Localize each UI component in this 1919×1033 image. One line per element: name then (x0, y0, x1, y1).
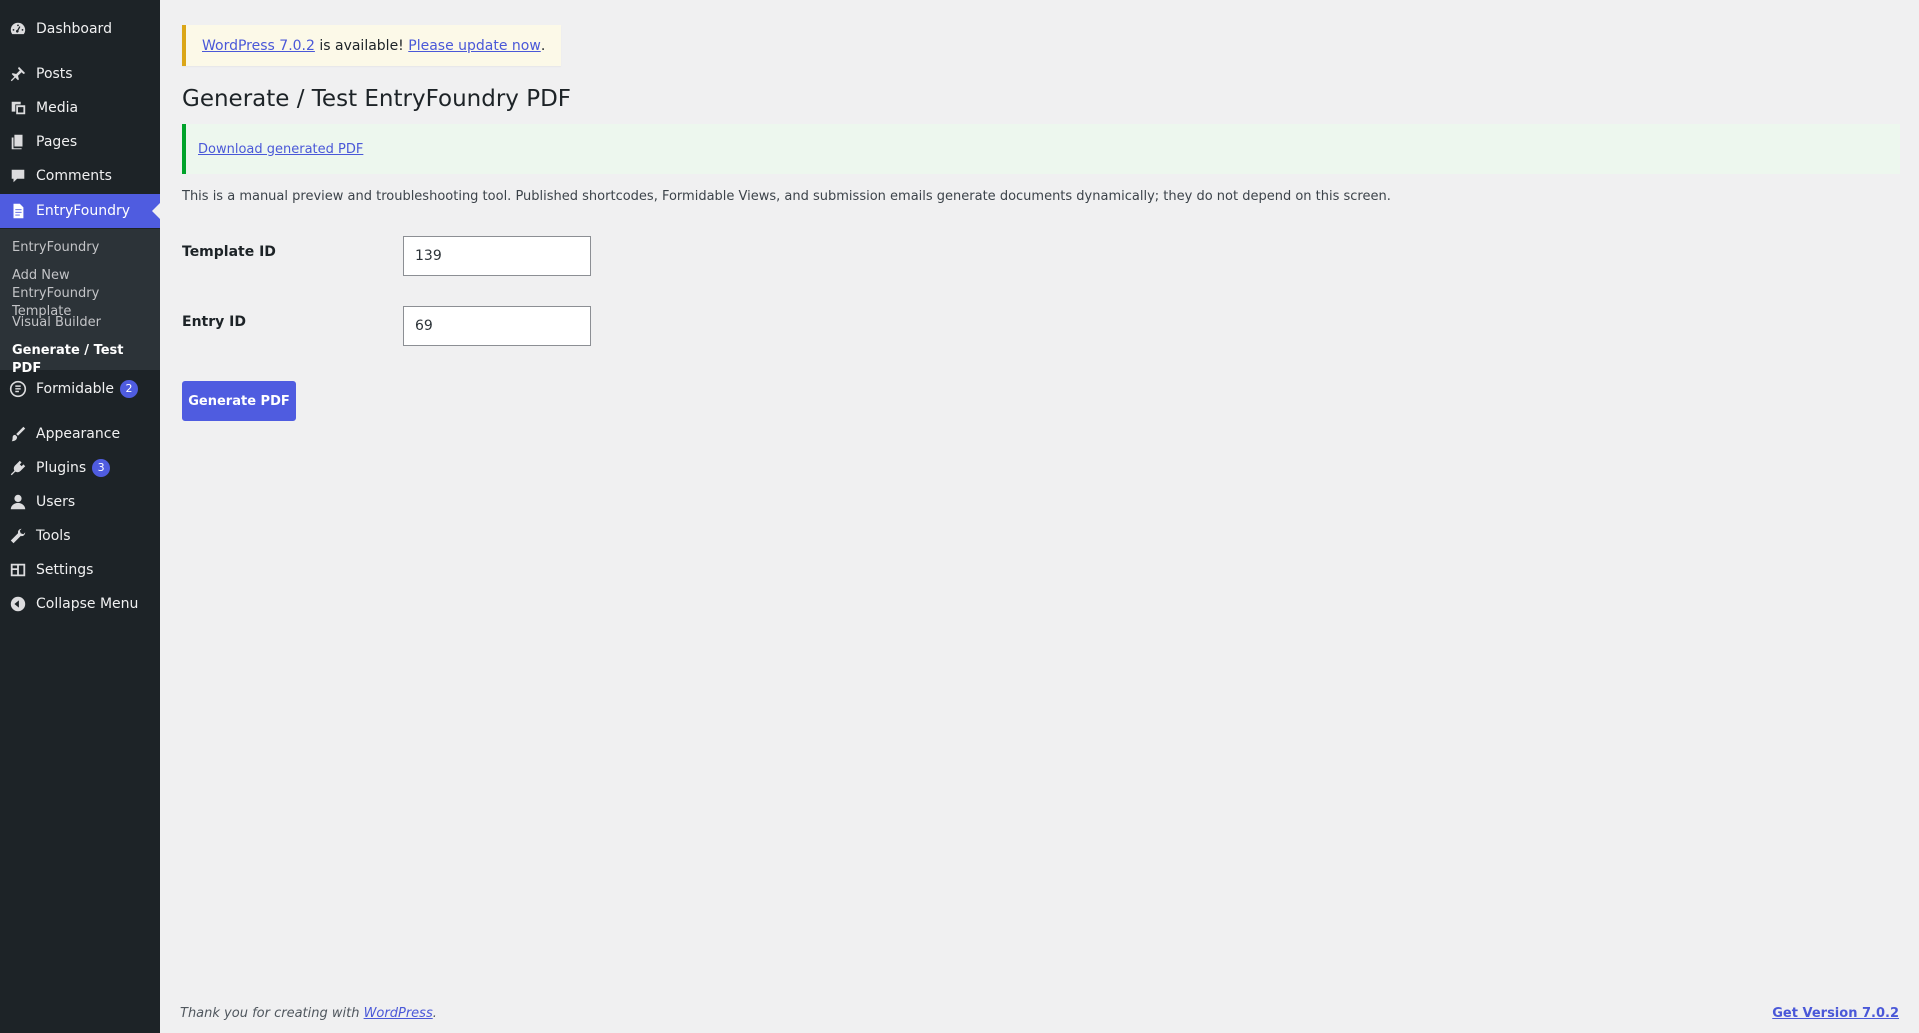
sidebar-item-formidable[interactable]: Formidable 2 (0, 372, 160, 406)
collapse-icon (0, 587, 36, 621)
sidebar-item-plugins[interactable]: Plugins 3 (0, 451, 160, 485)
wrench-icon (0, 519, 36, 553)
generate-pdf-button[interactable]: Generate PDF (182, 381, 296, 421)
update-count-badge: 2 (120, 380, 139, 398)
sidebar-submenu: EntryFoundry Add New EntryFoundry Templa… (0, 229, 160, 376)
footer-thanks-text: Thank you for creating with (180, 1006, 364, 1021)
brush-icon (0, 417, 36, 451)
footer-period: . (432, 1006, 437, 1021)
sidebar-item-label: Pages (36, 134, 78, 150)
page-description: This is a manual preview and troubleshoo… (182, 189, 1391, 204)
sidebar-item-settings[interactable]: Settings (0, 553, 160, 587)
settings-icon (0, 553, 36, 587)
comment-icon (0, 159, 36, 193)
sidebar-item-users[interactable]: Users (0, 485, 160, 519)
sidebar-item-label: Users (36, 494, 76, 510)
sidebar-item-pages[interactable]: Pages (0, 125, 160, 159)
sidebar-item-dashboard[interactable]: Dashboard (0, 12, 160, 46)
template-id-label: Template ID (182, 244, 276, 260)
update-now-link[interactable]: Please update now (408, 38, 541, 54)
sidebar-item-comments[interactable]: Comments (0, 159, 160, 193)
sidebar-item-label: Plugins (36, 460, 87, 476)
document-icon (0, 194, 36, 228)
admin-sidebar: Dashboard Posts Media Pages Comments Ent… (0, 0, 160, 1033)
media-icon (0, 91, 36, 125)
get-version-link[interactable]: Get Version 7.0.2 (1772, 1006, 1899, 1021)
sidebar-item-label: Media (36, 100, 79, 116)
success-notice: Download generated PDF (182, 124, 1900, 174)
submenu-item-entryfoundry[interactable]: EntryFoundry (12, 239, 152, 257)
update-notice-text: is available! (314, 37, 409, 54)
sidebar-item-label: Comments (36, 168, 112, 184)
sidebar-item-label: Dashboard (36, 21, 112, 37)
sidebar-item-label: Formidable (36, 381, 115, 397)
footer-credit: Thank you for creating with WordPress. (180, 1006, 437, 1021)
entry-id-label: Entry ID (182, 314, 246, 330)
entry-id-input[interactable] (403, 306, 591, 346)
update-notice-period: . (540, 37, 546, 54)
sidebar-item-appearance[interactable]: Appearance (0, 417, 160, 451)
wordpress-link[interactable]: WordPress (364, 1006, 433, 1021)
sidebar-item-label: Tools (36, 528, 71, 544)
page-title: Generate / Test EntryFoundry PDF (182, 86, 572, 112)
pin-icon (0, 57, 36, 91)
submenu-item-add-new-template[interactable]: Add New EntryFoundry Template (12, 267, 152, 321)
template-id-input[interactable] (403, 236, 591, 276)
main-content: WordPress 7.0.2 is available! Please upd… (160, 0, 1919, 1033)
sidebar-item-label: Posts (36, 66, 73, 82)
plugin-icon (0, 451, 36, 485)
footer-version: Get Version 7.0.2 (1772, 1006, 1899, 1021)
pages-icon (0, 125, 36, 159)
update-count-badge: 3 (92, 459, 111, 477)
user-icon (0, 485, 36, 519)
update-notice: WordPress 7.0.2 is available! Please upd… (182, 25, 562, 66)
sidebar-item-entryfoundry[interactable]: EntryFoundry (0, 194, 160, 228)
sidebar-item-label: Settings (36, 562, 94, 578)
sidebar-item-label: Collapse Menu (36, 596, 139, 612)
sidebar-item-label: EntryFoundry (36, 203, 131, 219)
wordpress-version-link[interactable]: WordPress 7.0.2 (202, 38, 315, 54)
sidebar-item-label: Appearance (36, 426, 121, 442)
collapse-menu-button[interactable]: Collapse Menu (0, 587, 160, 621)
sidebar-item-tools[interactable]: Tools (0, 519, 160, 553)
sidebar-item-posts[interactable]: Posts (0, 57, 160, 91)
download-pdf-link[interactable]: Download generated PDF (198, 142, 363, 157)
dashboard-icon (0, 12, 36, 46)
submenu-item-visual-builder[interactable]: Visual Builder (12, 314, 152, 332)
sidebar-item-media[interactable]: Media (0, 91, 160, 125)
formidable-icon (0, 372, 36, 406)
